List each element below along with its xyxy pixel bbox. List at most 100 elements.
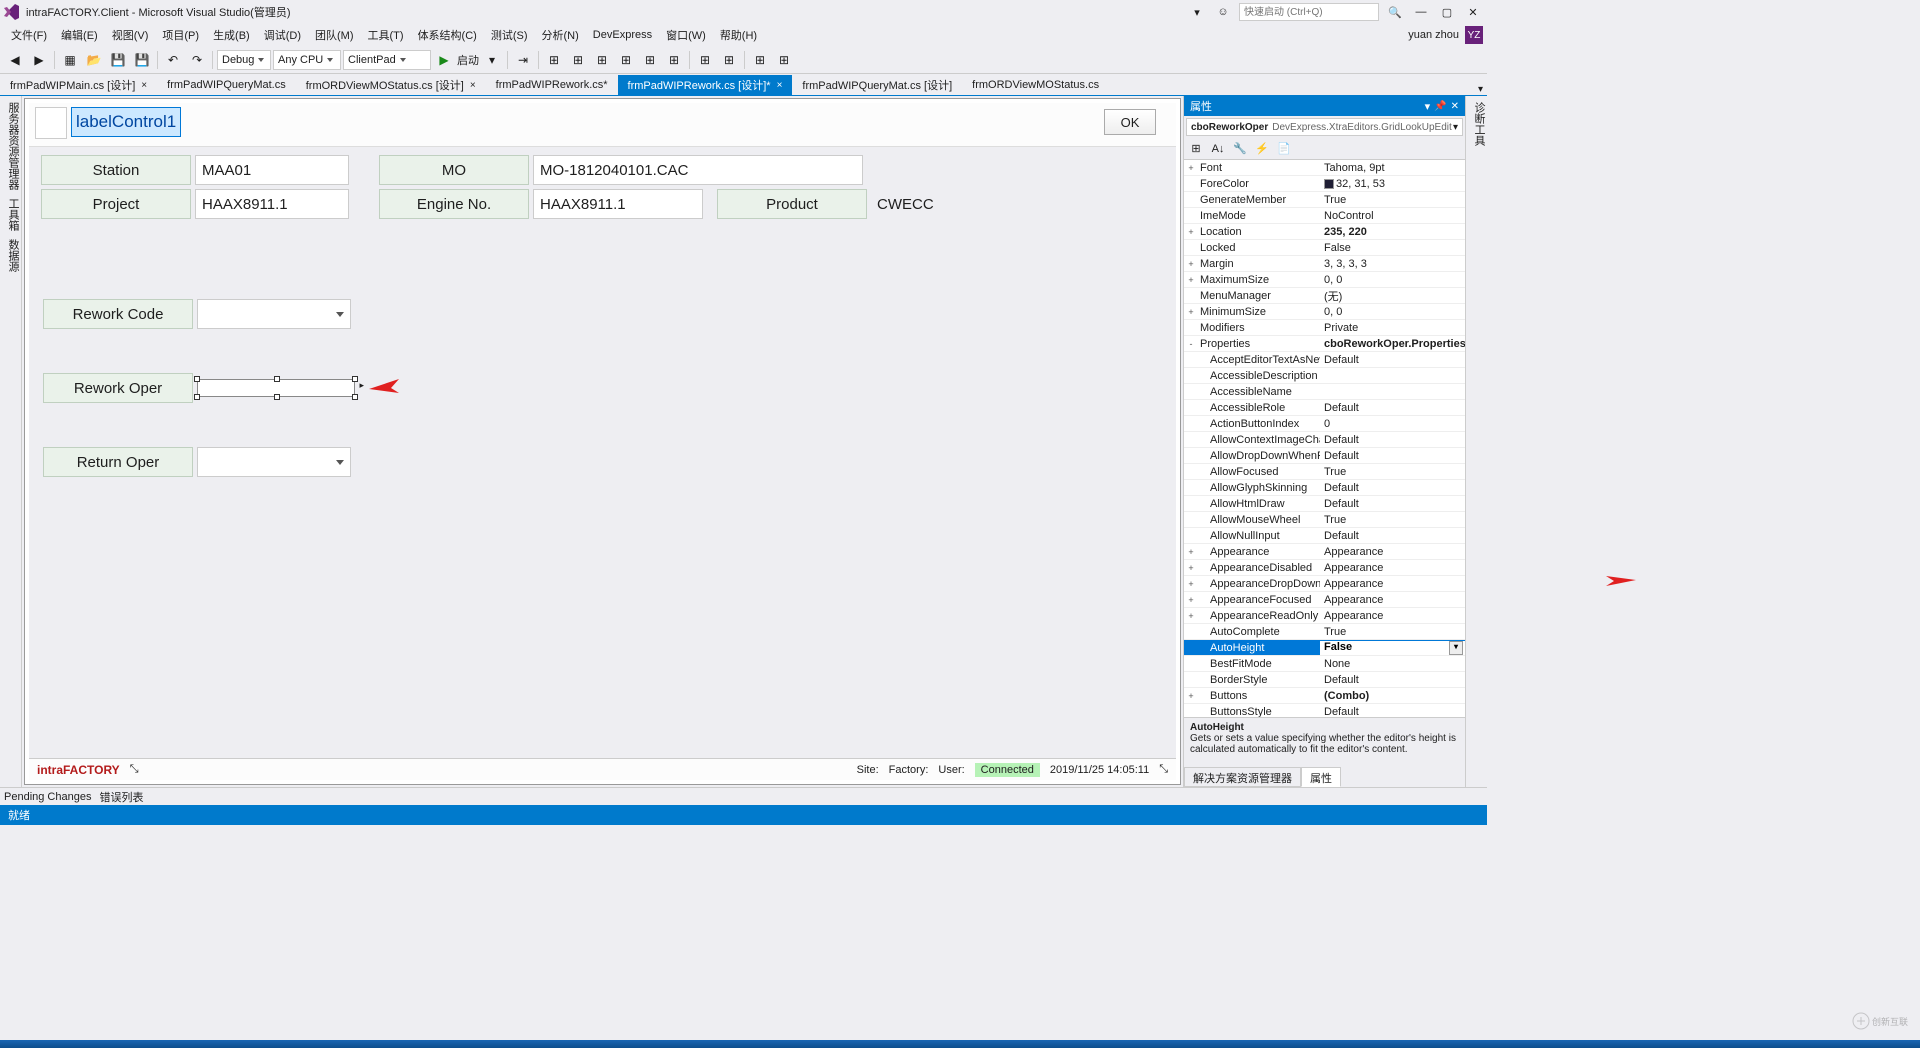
- property-value[interactable]: Appearance: [1320, 578, 1465, 590]
- chevron-down-icon[interactable]: ▾: [1453, 122, 1458, 133]
- events-icon[interactable]: ⚡: [1252, 140, 1272, 158]
- property-row[interactable]: +Buttons(Combo): [1184, 688, 1465, 704]
- property-row[interactable]: +AppearanceFocusedAppearance: [1184, 592, 1465, 608]
- property-value[interactable]: True: [1320, 466, 1465, 478]
- expand-icon[interactable]: +: [1184, 307, 1198, 317]
- property-row[interactable]: +FontTahoma, 9pt: [1184, 160, 1465, 176]
- property-value[interactable]: 3, 3, 3, 3: [1320, 258, 1465, 270]
- property-value[interactable]: False: [1320, 242, 1465, 254]
- property-row[interactable]: AccessibleRoleDefault: [1184, 400, 1465, 416]
- user-avatar[interactable]: YZ: [1465, 26, 1483, 44]
- tab-item[interactable]: frmPadWIPMain.cs [设计]×: [0, 75, 157, 95]
- property-value[interactable]: Appearance: [1320, 594, 1465, 606]
- step-icon[interactable]: ⇥: [512, 49, 534, 71]
- property-row[interactable]: BorderStyleDefault: [1184, 672, 1465, 688]
- property-value[interactable]: Default: [1320, 402, 1465, 414]
- menu-analyze[interactable]: 分析(N): [535, 25, 586, 45]
- property-value[interactable]: cboReworkOper.Properties: [1320, 338, 1465, 350]
- menu-devexpress[interactable]: DevExpress: [586, 27, 659, 43]
- property-value[interactable]: Default: [1320, 354, 1465, 366]
- property-value[interactable]: Default: [1320, 434, 1465, 446]
- property-value[interactable]: Appearance: [1320, 546, 1465, 558]
- expand-icon[interactable]: -: [1184, 339, 1198, 349]
- property-value[interactable]: Appearance: [1320, 610, 1465, 622]
- property-row[interactable]: +MinimumSize0, 0: [1184, 304, 1465, 320]
- property-row[interactable]: ModifiersPrivate: [1184, 320, 1465, 336]
- pending-changes-tab[interactable]: Pending Changes: [4, 791, 91, 803]
- tab-item[interactable]: frmPadWIPQueryMat.cs [设计]: [792, 75, 962, 95]
- expand-icon[interactable]: +: [1184, 611, 1198, 621]
- expand-icon[interactable]: +: [1184, 595, 1198, 605]
- quick-launch-input[interactable]: [1239, 3, 1379, 21]
- feedback-icon[interactable]: ☺: [1213, 3, 1233, 21]
- right-side-rail[interactable]: 诊断工具: [1465, 96, 1487, 787]
- maximize-button[interactable]: ▢: [1437, 3, 1457, 21]
- dropdown-button[interactable]: ▾: [1449, 641, 1463, 655]
- menu-help[interactable]: 帮助(H): [713, 25, 764, 45]
- pin-icon[interactable]: 📌: [1434, 101, 1446, 112]
- diagnostics-tab[interactable]: 诊断工具: [1473, 102, 1485, 146]
- property-row[interactable]: AllowNullInputDefault: [1184, 528, 1465, 544]
- close-icon[interactable]: ✕: [1451, 101, 1459, 112]
- property-value[interactable]: True: [1320, 514, 1465, 526]
- align-mid-icon[interactable]: ⊞: [639, 49, 661, 71]
- property-value[interactable]: True: [1320, 194, 1465, 206]
- property-value[interactable]: NoControl: [1320, 210, 1465, 222]
- save-icon[interactable]: 💾: [107, 49, 129, 71]
- nav-back-icon[interactable]: ◀: [4, 49, 26, 71]
- property-row[interactable]: ForeColor32, 31, 53: [1184, 176, 1465, 192]
- menu-project[interactable]: 项目(P): [155, 25, 206, 45]
- object-selector[interactable]: cboReworkOper DevExpress.XtraEditors.Gri…: [1186, 118, 1463, 136]
- menu-tools[interactable]: 工具(T): [361, 25, 411, 45]
- menu-debug[interactable]: 调试(D): [257, 25, 308, 45]
- align-left-icon[interactable]: ⊞: [543, 49, 565, 71]
- expand-icon[interactable]: +: [1184, 547, 1198, 557]
- props-icon[interactable]: 🔧: [1230, 140, 1250, 158]
- close-icon[interactable]: ×: [470, 80, 476, 91]
- property-row[interactable]: AccessibleName: [1184, 384, 1465, 400]
- expand-icon[interactable]: +: [1184, 579, 1198, 589]
- expand-icon[interactable]: +: [1184, 259, 1198, 269]
- property-value[interactable]: 0, 0: [1320, 306, 1465, 318]
- property-row[interactable]: AutoCompleteTrue: [1184, 624, 1465, 640]
- align-top-icon[interactable]: ⊞: [615, 49, 637, 71]
- error-list-tab[interactable]: 错误列表: [99, 789, 143, 805]
- redo-icon[interactable]: ↷: [186, 49, 208, 71]
- property-row[interactable]: AutoHeightFalse▾: [1184, 640, 1465, 656]
- server-explorer-tab[interactable]: 服务器资源管理器: [0, 102, 21, 190]
- ok-button[interactable]: OK: [1104, 109, 1156, 135]
- chevron-down-icon[interactable]: ▾: [481, 49, 503, 71]
- dropdown-icon[interactable]: ▾: [1425, 100, 1431, 113]
- property-row[interactable]: +Location235, 220: [1184, 224, 1465, 240]
- pages-icon[interactable]: 📄: [1274, 140, 1294, 158]
- property-row[interactable]: ActionButtonIndex0: [1184, 416, 1465, 432]
- menu-view[interactable]: 视图(V): [105, 25, 156, 45]
- property-value[interactable]: False▾: [1320, 641, 1465, 655]
- solution-explorer-tab[interactable]: 解决方案资源管理器: [1184, 767, 1301, 787]
- property-value[interactable]: Appearance: [1320, 562, 1465, 574]
- alpha-icon[interactable]: A↓: [1208, 140, 1228, 158]
- property-row[interactable]: AllowFocusedTrue: [1184, 464, 1465, 480]
- vspace-icon[interactable]: ⊞: [718, 49, 740, 71]
- panel-header[interactable]: 属性 ▾ 📌 ✕: [1184, 96, 1465, 116]
- property-value[interactable]: 235, 220: [1320, 226, 1465, 238]
- expand-icon[interactable]: ⤡: [1159, 763, 1168, 776]
- align-center-icon[interactable]: ⊞: [567, 49, 589, 71]
- menu-team[interactable]: 团队(M): [308, 25, 361, 45]
- menu-test[interactable]: 测试(S): [484, 25, 535, 45]
- property-row[interactable]: -PropertiescboReworkOper.Properties: [1184, 336, 1465, 352]
- property-row[interactable]: +Margin3, 3, 3, 3: [1184, 256, 1465, 272]
- config-combo[interactable]: Debug: [217, 50, 271, 70]
- property-value[interactable]: Default: [1320, 498, 1465, 510]
- notification-icon[interactable]: ▾: [1187, 3, 1207, 21]
- property-row[interactable]: AllowGlyphSkinningDefault: [1184, 480, 1465, 496]
- close-icon[interactable]: ×: [777, 80, 783, 91]
- rework-oper-combo-selected[interactable]: ▸: [197, 379, 355, 397]
- hspace-icon[interactable]: ⊞: [694, 49, 716, 71]
- property-value[interactable]: 0: [1320, 418, 1465, 430]
- property-row[interactable]: ButtonsStyleDefault: [1184, 704, 1465, 717]
- tab-item-active[interactable]: frmPadWIPRework.cs [设计]*×: [618, 75, 793, 95]
- property-row[interactable]: ImeModeNoControl: [1184, 208, 1465, 224]
- menu-window[interactable]: 窗口(W): [659, 25, 713, 45]
- data-sources-tab[interactable]: 数据源: [0, 239, 21, 272]
